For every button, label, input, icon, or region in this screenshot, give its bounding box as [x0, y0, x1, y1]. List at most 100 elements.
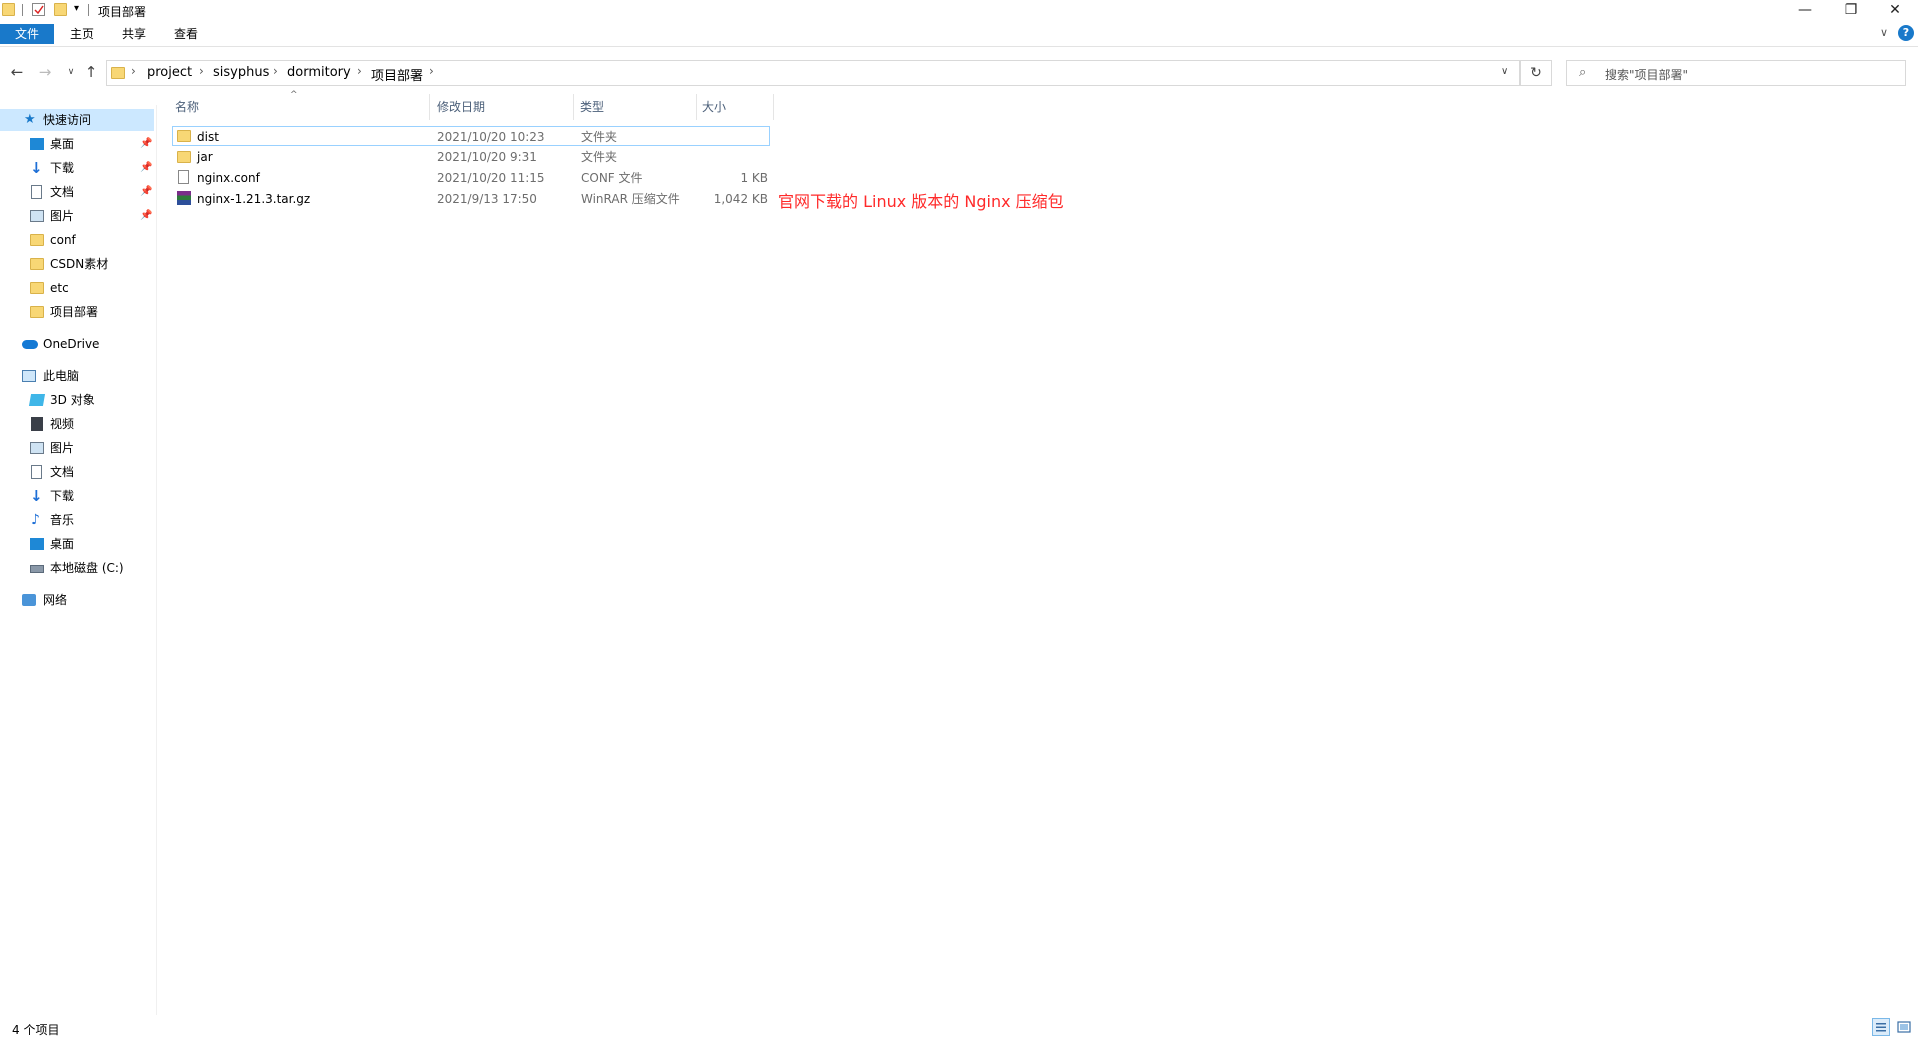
address-bar[interactable]: › project › sisyphus › dormitory › 项目部署 …: [106, 60, 1520, 86]
download-icon: ↓: [30, 159, 43, 177]
sidebar-item-quick-access[interactable]: ★ 快速访问: [0, 109, 154, 131]
breadcrumb-sisyphus[interactable]: sisyphus: [213, 65, 269, 80]
tab-view[interactable]: 查看: [164, 24, 208, 44]
column-header-type[interactable]: 类型: [562, 94, 697, 120]
question-icon[interactable]: ?: [1898, 25, 1914, 41]
sidebar-item-documents-pc[interactable]: 文档: [0, 461, 154, 483]
pin-icon[interactable]: 📌: [140, 205, 152, 227]
breadcrumb-separator-icon[interactable]: ›: [131, 64, 136, 78]
music-icon: ♪: [31, 512, 40, 528]
column-header-size[interactable]: 大小: [684, 94, 774, 120]
sidebar-item-label: 快速访问: [43, 113, 92, 127]
file-row-dist[interactable]: dist 2021/10/20 10:23 文件夹: [172, 126, 770, 146]
picture-icon: [30, 210, 44, 222]
refresh-icon[interactable]: ↻: [1520, 60, 1552, 86]
sidebar-item-label: 此电脑: [43, 369, 80, 383]
new-folder-icon[interactable]: [54, 3, 67, 16]
sidebar-item-label: etc: [50, 281, 69, 295]
ribbon-expand-icon[interactable]: ∨: [1880, 26, 1888, 39]
column-header-name[interactable]: 名称: [157, 94, 430, 120]
large-icons-view-icon[interactable]: [1896, 1019, 1912, 1035]
tab-share[interactable]: 共享: [112, 24, 156, 44]
file-modified: 2021/10/20 11:15: [437, 171, 545, 185]
breadcrumb-dormitory[interactable]: dormitory: [287, 65, 351, 80]
sidebar-item-label: 本地磁盘 (C:): [50, 561, 124, 575]
back-arrow-icon[interactable]: ←: [8, 62, 26, 82]
quick-access-dropdown-icon[interactable]: ▾: [74, 3, 79, 14]
sidebar-item-label: OneDrive: [43, 337, 100, 351]
breadcrumb-project[interactable]: project: [147, 65, 192, 80]
search-input[interactable]: ⌕ 搜索"项目部署": [1566, 60, 1906, 86]
video-icon: [31, 417, 43, 431]
sidebar-item-deploy[interactable]: 项目部署: [0, 301, 154, 323]
network-icon: [22, 594, 36, 606]
address-history-chevron-down-icon[interactable]: ∨: [1501, 66, 1508, 77]
sidebar-item-conf[interactable]: conf: [0, 229, 154, 251]
sidebar-item-local-disk[interactable]: 本地磁盘 (C:): [0, 557, 154, 579]
file-row-jar[interactable]: jar 2021/10/20 9:31 文件夹: [172, 147, 770, 167]
sidebar-item-pictures-pc[interactable]: 图片: [0, 437, 154, 459]
computer-icon: [22, 370, 36, 382]
sidebar-item-label: 网络: [43, 593, 68, 607]
navigation-row: ← → ∨ ↑ › project › sisyphus › dormitory…: [0, 58, 1918, 88]
folder-icon: [30, 282, 44, 294]
sidebar-item-downloads[interactable]: ↓ 下载 📌: [0, 157, 154, 179]
up-arrow-icon[interactable]: ↑: [82, 62, 100, 82]
folder-icon: [30, 306, 44, 318]
folder-icon: [30, 258, 44, 270]
breadcrumb-separator-icon[interactable]: ›: [429, 64, 434, 78]
pin-icon[interactable]: 📌: [140, 133, 152, 155]
sidebar-item-pictures[interactable]: 图片 📌: [0, 205, 154, 227]
sidebar-item-label: 图片: [50, 441, 75, 455]
restore-button[interactable]: ❐: [1828, 0, 1874, 22]
sidebar-item-label: 3D 对象: [50, 393, 95, 407]
sidebar-item-label: 项目部署: [50, 305, 99, 319]
minimize-button[interactable]: —: [1782, 0, 1828, 22]
folder-icon: [177, 151, 191, 163]
breadcrumb-separator-icon[interactable]: ›: [273, 64, 278, 78]
pin-icon[interactable]: 📌: [140, 181, 152, 203]
pin-icon[interactable]: 📌: [140, 157, 152, 179]
sidebar-item-etc[interactable]: etc: [0, 277, 154, 299]
tab-file[interactable]: 文件: [0, 24, 54, 44]
breadcrumb-separator-icon[interactable]: ›: [199, 64, 204, 78]
file-size: 1 KB: [740, 171, 768, 185]
file-row-nginx-conf[interactable]: nginx.conf 2021/10/20 11:15 CONF 文件 1 KB: [172, 168, 770, 188]
sidebar-item-csdn[interactable]: CSDN素材: [0, 253, 154, 275]
sidebar-item-label: CSDN素材: [50, 257, 109, 271]
sidebar-item-documents[interactable]: 文档 📌: [0, 181, 154, 203]
title-bar: ▾ 项目部署 — ❐ ✕: [0, 0, 1918, 22]
breadcrumb-separator-icon[interactable]: ›: [357, 64, 362, 78]
sidebar-item-label: 图片: [50, 209, 75, 223]
search-placeholder: 搜索"项目部署": [1605, 68, 1689, 82]
sidebar-item-label: 下载: [50, 161, 75, 175]
file-modified: 2021/9/13 17:50: [437, 192, 537, 206]
sidebar-item-label: conf: [50, 233, 76, 247]
picture-icon: [30, 442, 44, 454]
sidebar-item-videos[interactable]: 视频: [0, 413, 154, 435]
column-header-modified[interactable]: 修改日期: [419, 94, 574, 120]
sidebar-item-3d-objects[interactable]: 3D 对象: [0, 389, 154, 411]
sidebar-item-label: 文档: [50, 465, 75, 479]
sidebar-item-music[interactable]: ♪ 音乐: [0, 509, 154, 531]
breadcrumb-current[interactable]: 项目部署: [371, 65, 423, 84]
sidebar-item-desktop[interactable]: 桌面 📌: [0, 133, 154, 155]
file-row-nginx-archive[interactable]: nginx-1.21.3.tar.gz 2021/9/13 17:50 WinR…: [172, 189, 770, 209]
properties-icon[interactable]: [32, 3, 45, 16]
sidebar-item-onedrive[interactable]: OneDrive: [0, 333, 154, 355]
disk-icon: [30, 565, 44, 573]
details-view-icon[interactable]: [1872, 1018, 1890, 1036]
close-button[interactable]: ✕: [1872, 0, 1918, 22]
sidebar-item-label: 视频: [50, 417, 75, 431]
archive-icon: [177, 191, 191, 205]
recent-locations-icon[interactable]: ∨: [62, 62, 80, 82]
sidebar-item-desktop-pc[interactable]: 桌面: [0, 533, 154, 555]
sidebar-item-label: 下载: [50, 489, 75, 503]
sidebar-item-this-pc[interactable]: 此电脑: [0, 365, 154, 387]
sidebar-item-network[interactable]: 网络: [0, 589, 154, 611]
navigation-pane: ★ 快速访问 桌面 📌 ↓ 下载 📌 文档 📌 图片 📌 conf CSDN素材…: [0, 105, 157, 1015]
tab-home[interactable]: 主页: [60, 24, 104, 44]
forward-arrow-icon[interactable]: →: [36, 62, 54, 82]
search-icon: ⌕: [1579, 65, 1587, 80]
sidebar-item-downloads-pc[interactable]: ↓ 下载: [0, 485, 154, 507]
